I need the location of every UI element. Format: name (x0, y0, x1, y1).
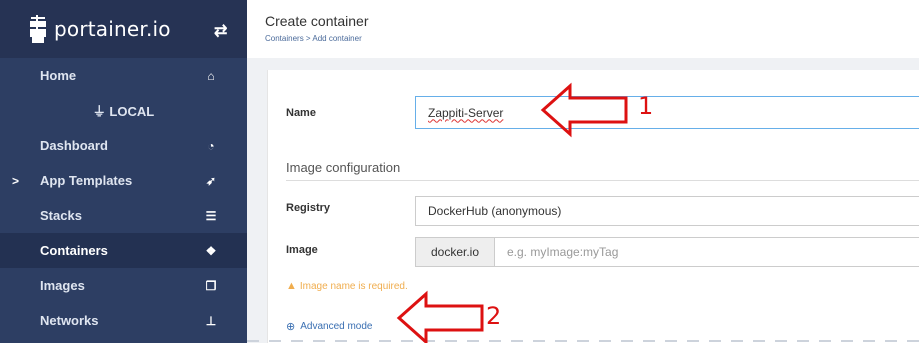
sitemap-icon: ⊥ (205, 313, 217, 328)
sidebar-item-local[interactable]: ⏚ LOCAL (0, 93, 247, 128)
sidebar-item-label: Containers (40, 243, 108, 258)
sidebar-item-label: App Templates (40, 173, 133, 188)
sidebar-item-home[interactable]: Home ⌂ (0, 58, 247, 93)
sidebar-item-label: Images (40, 278, 85, 293)
sidebar-item-label: LOCAL (109, 104, 155, 119)
sidebar-item-images[interactable]: Images ❐ (0, 268, 247, 303)
image-input[interactable]: e.g. myImage:myTag (494, 237, 919, 267)
app-window: portainer.io ⇄ Home ⌂ ⏚ LOCAL Dashboard … (0, 0, 919, 343)
sidebar-item-networks[interactable]: Networks ⊥ (0, 303, 247, 338)
dashboard-icon: ◔ (207, 138, 215, 153)
annotation-arrow-2-icon (396, 290, 484, 343)
sidebar-item-label: Networks (40, 313, 99, 328)
page-title: Create container (265, 13, 369, 29)
sidebar-item-app-templates[interactable]: > App Templates ➶ (0, 163, 247, 198)
image-warning: ▲ Image name is required. (286, 280, 408, 292)
registry-label: Registry (286, 202, 331, 214)
name-input-value: Zappiti-Server (428, 105, 504, 120)
annotation-arrow-1-icon (540, 82, 628, 138)
sidebar-item-containers[interactable]: Containers ❖ (0, 233, 247, 268)
annotation-number-1: 1 (638, 92, 654, 120)
image-label: Image (286, 244, 318, 256)
advanced-mode-label: Advanced mode (300, 321, 373, 332)
sidebar-item-dashboard[interactable]: Dashboard ◔ (0, 128, 247, 163)
sidebar-item-stacks[interactable]: Stacks ☰ (0, 198, 247, 233)
toggle-sidebar-icon[interactable]: ⇄ (214, 21, 227, 41)
sidebar-item-label: Dashboard (40, 138, 108, 153)
cubes-icon: ❖ (205, 243, 217, 258)
name-label: Name (286, 107, 316, 119)
sidebar-item-label: Stacks (40, 208, 82, 223)
chevron-right-icon: > (12, 173, 20, 188)
image-registry-prefix: docker.io (415, 237, 495, 267)
rocket-icon: ➶ (205, 173, 217, 188)
globe-icon: ⊕ (286, 321, 296, 333)
warning-text: Image name is required. (299, 280, 408, 292)
brand-name: portainer.io (54, 17, 171, 41)
section-divider (286, 180, 919, 181)
page-header: Create container Containers > Add contai… (247, 0, 919, 58)
breadcrumb[interactable]: Containers > Add container (265, 34, 362, 43)
dashed-divider (247, 340, 919, 342)
warning-icon: ▲ (286, 280, 297, 292)
annotation-number-2: 2 (486, 302, 502, 330)
name-input[interactable]: Zappiti-Server (415, 96, 919, 129)
plug-icon: ⏚ (92, 104, 110, 119)
registry-select[interactable]: DockerHub (anonymous) (415, 196, 919, 226)
image-config-title: Image configuration (286, 160, 401, 175)
portainer-logo-icon (30, 15, 46, 43)
home-icon: ⌂ (207, 68, 215, 83)
brand-bar: portainer.io ⇄ (0, 0, 247, 58)
clone-icon: ❐ (205, 278, 217, 293)
sidebar-item-label: Home (40, 68, 77, 83)
advanced-mode-link[interactable]: ⊕ Advanced mode (286, 320, 373, 333)
endpoint-label: ⏚ LOCAL (93, 101, 154, 120)
sidebar: portainer.io ⇄ Home ⌂ ⏚ LOCAL Dashboard … (0, 0, 247, 343)
list-icon: ☰ (205, 208, 217, 223)
